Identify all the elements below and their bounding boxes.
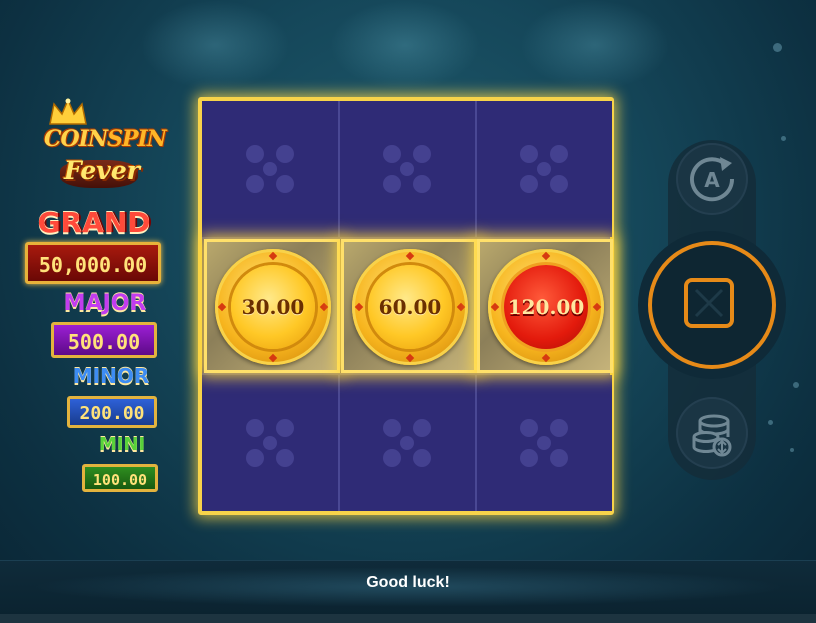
reel-cell-empty xyxy=(339,375,475,511)
status-message: Good luck! xyxy=(366,574,450,591)
bubble-decoration xyxy=(773,43,782,52)
coin-cell: 60.00 xyxy=(341,239,477,373)
logo-subtitle: Fever xyxy=(64,156,140,185)
reel-divider xyxy=(202,373,610,375)
coin-cell: 120.00 xyxy=(477,239,613,373)
coin-cell: 30.00 xyxy=(204,239,340,373)
bubble-decoration xyxy=(781,136,786,141)
jackpot-minor-value: 200.00 xyxy=(67,396,157,428)
jackpot-minor-label: MINOR xyxy=(72,364,150,388)
reel-grid: 30.00 60.00 120.00 xyxy=(198,97,614,515)
autoplay-button[interactable]: A xyxy=(676,143,748,215)
jackpot-grand-value: 50,000.00 xyxy=(25,242,161,284)
reel-cell-empty xyxy=(339,101,475,237)
coin-value: 60.00 xyxy=(378,295,442,319)
pattern-icon xyxy=(520,419,568,467)
crown-icon xyxy=(49,98,87,125)
reel-cell-empty xyxy=(476,375,612,511)
pattern-icon xyxy=(383,419,431,467)
bubble-decoration xyxy=(793,382,799,388)
background-spotlight xyxy=(140,0,290,90)
svg-text:A: A xyxy=(704,168,720,192)
coin-stack-icon xyxy=(692,414,732,457)
reel-cell-empty xyxy=(202,375,338,511)
coin-icon: 60.00 xyxy=(352,249,468,365)
bubble-decoration xyxy=(768,420,773,425)
expand-arrows-icon xyxy=(694,288,724,318)
coin-icon: 30.00 xyxy=(215,249,331,365)
background-spotlight xyxy=(520,0,670,90)
pattern-icon xyxy=(246,419,294,467)
pattern-icon xyxy=(246,145,294,193)
bubble-decoration xyxy=(790,448,794,452)
coin-icon: 120.00 xyxy=(488,249,604,365)
jackpot-major-value: 500.00 xyxy=(51,322,157,358)
jackpot-mini-value: 100.00 xyxy=(82,464,158,492)
bottom-strip xyxy=(0,614,816,623)
jackpot-major-label: MAJOR xyxy=(63,291,147,316)
coin-value: 30.00 xyxy=(241,295,305,319)
bet-button[interactable] xyxy=(676,397,748,469)
background-spotlight xyxy=(330,0,480,90)
game-logo: COINSPIN Fever xyxy=(20,98,167,198)
pattern-icon xyxy=(383,145,431,193)
autoplay-icon: A xyxy=(690,157,735,202)
coin-value: 120.00 xyxy=(507,295,585,319)
jackpot-grand-label: GRAND xyxy=(37,206,151,239)
reel-cell-empty xyxy=(476,101,612,237)
pattern-icon xyxy=(520,145,568,193)
jackpot-mini-label: MINI xyxy=(98,434,146,455)
logo-title: COINSPIN xyxy=(44,126,167,152)
reel-cell-empty xyxy=(202,101,338,237)
stop-icon[interactable] xyxy=(684,278,734,328)
